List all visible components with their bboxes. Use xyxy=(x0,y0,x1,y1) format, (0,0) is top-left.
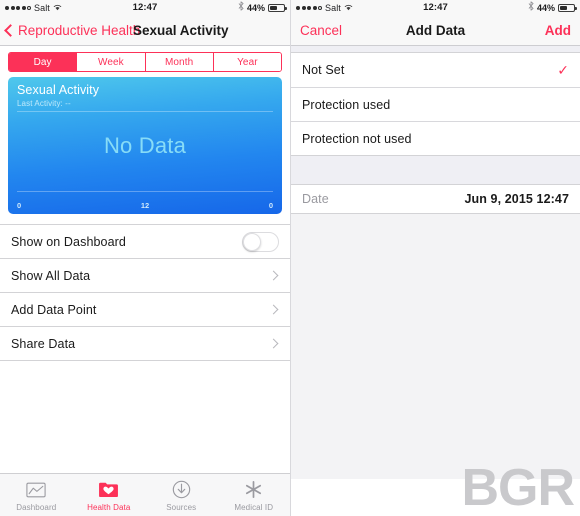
option-label: Not Set xyxy=(302,63,345,77)
row-share-data[interactable]: Share Data xyxy=(0,327,290,361)
back-button[interactable]: Reproductive Health xyxy=(4,16,141,45)
bottom-tab-bar: Dashboard Health Data Sources Medical ID xyxy=(0,473,290,516)
tab-health-data[interactable]: Health Data xyxy=(73,474,146,516)
battery-fill xyxy=(560,6,567,10)
tab-dashboard[interactable]: Dashboard xyxy=(0,474,73,516)
back-button-label: Reproductive Health xyxy=(18,23,141,38)
tab-label: Medical ID xyxy=(234,502,274,512)
axis-label-middle: 12 xyxy=(140,201,150,210)
segmented-control-container: Day Week Month Year xyxy=(0,46,290,77)
left-phone-panel: Salt 12:47 44% Reproductive Health Sexua… xyxy=(0,0,290,516)
chevron-left-icon xyxy=(4,24,17,37)
row-accessory xyxy=(268,270,279,281)
right-panel-empty-area xyxy=(291,214,580,479)
settings-list: Show on Dashboard Show All Data Add Data… xyxy=(0,224,290,469)
date-row[interactable]: Date Jun 9, 2015 12:47 xyxy=(291,184,580,214)
date-value: Jun 9, 2015 12:47 xyxy=(464,192,569,206)
date-label: Date xyxy=(302,192,329,206)
health-data-folder-icon xyxy=(98,479,120,501)
row-accessory xyxy=(242,231,279,252)
screenshot-root: Salt 12:47 44% Reproductive Health Sexua… xyxy=(0,0,580,516)
status-bar-right-group: 44% xyxy=(238,0,287,16)
graph-card-container: Sexual Activity Last Activity: -- No Dat… xyxy=(0,77,290,214)
axis-label-end: 0 xyxy=(268,201,273,210)
tab-label: Health Data xyxy=(87,502,131,512)
row-show-on-dashboard[interactable]: Show on Dashboard xyxy=(0,225,290,259)
list-empty-filler xyxy=(0,361,290,469)
segment-year[interactable]: Year xyxy=(213,53,281,71)
segment-day[interactable]: Day xyxy=(9,53,78,71)
add-button[interactable]: Add xyxy=(545,16,571,45)
status-bar-right-group: 44% xyxy=(528,0,577,16)
row-accessory xyxy=(268,304,279,315)
time-range-segmented-control[interactable]: Day Week Month Year xyxy=(8,52,282,72)
graph-card-bottom-divider xyxy=(17,191,273,192)
row-label: Share Data xyxy=(11,336,76,351)
page-title: Sexual Activity xyxy=(133,23,229,38)
graph-axis-labels: 0 12 0 xyxy=(17,201,273,210)
status-bar-right: Salt 12:47 44% xyxy=(291,0,580,16)
tab-label: Sources xyxy=(166,502,197,512)
chevron-right-icon xyxy=(268,270,279,281)
row-label: Show on Dashboard xyxy=(11,234,126,249)
graph-card-top-divider xyxy=(17,111,273,112)
option-not-set[interactable]: Not Set ✓ xyxy=(291,53,580,87)
row-add-data-point[interactable]: Add Data Point xyxy=(0,293,290,327)
battery-percent-label: 44% xyxy=(536,3,555,13)
right-navigation-bar: Cancel Add Data Add xyxy=(291,16,580,46)
show-on-dashboard-toggle[interactable] xyxy=(242,231,279,252)
option-protection-not-used[interactable]: Protection not used xyxy=(291,121,580,155)
row-accessory xyxy=(268,338,279,349)
option-label: Protection not used xyxy=(302,131,412,146)
battery-icon xyxy=(558,4,577,12)
sexual-activity-graph-card[interactable]: Sexual Activity Last Activity: -- No Dat… xyxy=(8,77,282,214)
checkmark-icon: ✓ xyxy=(557,62,569,78)
options-date-spacer xyxy=(291,156,580,184)
chevron-right-icon xyxy=(268,338,279,349)
tab-sources[interactable]: Sources xyxy=(145,474,218,516)
option-protection-used[interactable]: Protection used xyxy=(291,87,580,121)
row-label: Show All Data xyxy=(11,268,91,283)
left-navigation-bar: Reproductive Health Sexual Activity xyxy=(0,16,290,46)
status-bar-left: Salt 12:47 44% xyxy=(0,0,290,16)
modal-title: Add Data xyxy=(405,23,466,38)
chevron-right-icon xyxy=(268,304,279,315)
axis-label-start: 0 xyxy=(17,201,22,210)
sources-download-icon xyxy=(170,479,192,501)
tab-medical-id[interactable]: Medical ID xyxy=(218,474,291,516)
segment-week[interactable]: Week xyxy=(77,53,146,71)
dashboard-chart-icon xyxy=(25,479,47,501)
protection-options-list: Not Set ✓ Protection used Protection not… xyxy=(291,52,580,156)
bluetooth-icon xyxy=(528,0,534,16)
graph-empty-state-label: No Data xyxy=(103,133,187,158)
battery-fill xyxy=(270,6,277,10)
graph-card-title: Sexual Activity xyxy=(17,83,100,97)
toggle-knob xyxy=(243,232,261,251)
option-label: Protection used xyxy=(302,97,391,112)
graph-card-subtitle: Last Activity: -- xyxy=(17,99,71,108)
segment-month[interactable]: Month xyxy=(145,53,214,71)
row-label: Add Data Point xyxy=(11,302,97,317)
row-show-all-data[interactable]: Show All Data xyxy=(0,259,290,293)
bluetooth-icon xyxy=(238,0,244,16)
tab-label: Dashboard xyxy=(16,502,57,512)
right-phone-panel: Salt 12:47 44% Cancel Add Data Add Not S… xyxy=(290,0,580,516)
battery-percent-label: 44% xyxy=(246,3,265,13)
battery-icon xyxy=(268,4,287,12)
medical-id-asterisk-icon xyxy=(243,479,265,501)
